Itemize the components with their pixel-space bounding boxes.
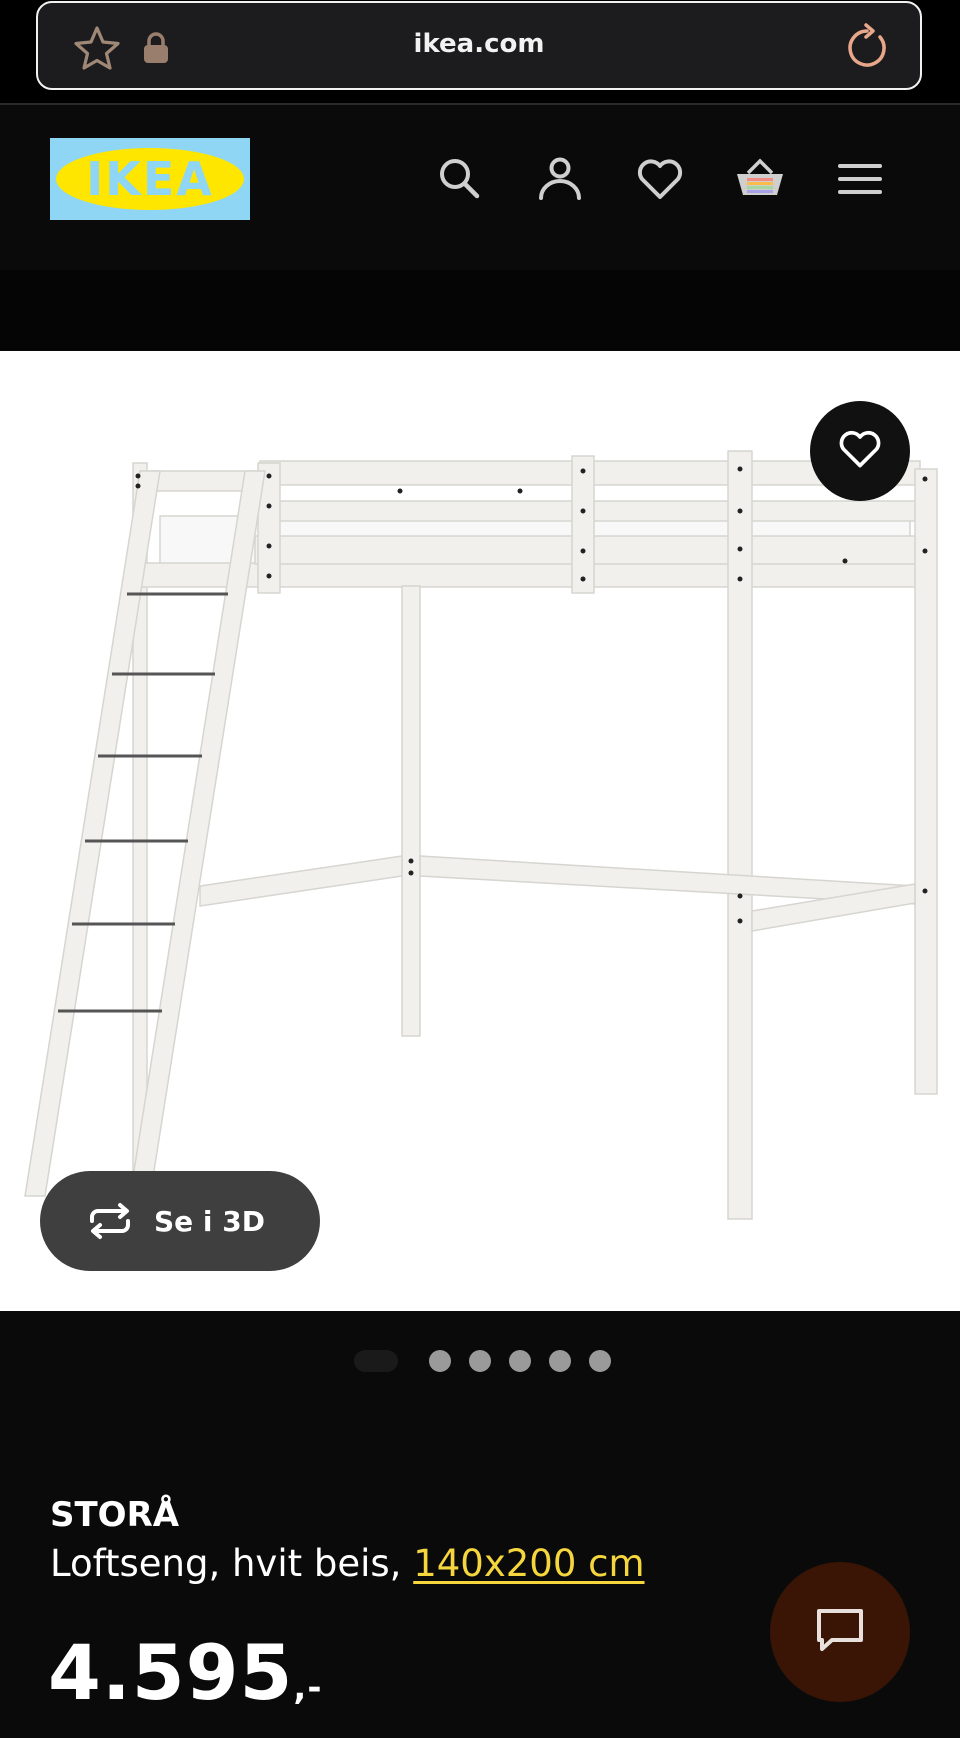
url-text[interactable]: ikea.com (38, 29, 920, 59)
image-carousel-indicator (0, 1350, 960, 1374)
view-in-3d-label: Se i 3D (154, 1204, 265, 1238)
heart-icon[interactable] (634, 153, 686, 205)
product-description-text: Loftseng, hvit beis, (50, 1542, 414, 1585)
carousel-dot[interactable] (429, 1350, 451, 1372)
chat-icon (814, 1606, 866, 1658)
browser-toolbar: ikea.com (0, 0, 960, 104)
carousel-dot[interactable] (589, 1350, 611, 1372)
heart-icon (836, 425, 884, 477)
product-description: Loftseng, hvit beis, 140x200 cm (50, 1542, 645, 1585)
logo-text: IKEA (86, 152, 214, 206)
cart-icon[interactable] (734, 153, 786, 205)
address-bar[interactable]: ikea.com (36, 1, 922, 90)
size-link[interactable]: 140x200 cm (413, 1542, 644, 1585)
chat-button[interactable] (770, 1562, 910, 1702)
price-suffix: ,- (293, 1668, 323, 1708)
product-image[interactable] (0, 351, 960, 1311)
carousel-dot[interactable] (469, 1350, 491, 1372)
product-name: STORÅ (50, 1495, 180, 1535)
menu-icon[interactable] (834, 153, 886, 205)
carousel-dot-active[interactable] (354, 1350, 398, 1372)
breadcrumb-bar (0, 270, 960, 350)
product-price: 4.595,- (48, 1628, 322, 1717)
carousel-dot[interactable] (509, 1350, 531, 1372)
price-value: 4.595 (48, 1628, 294, 1717)
account-icon[interactable] (534, 153, 586, 205)
search-icon[interactable] (434, 153, 486, 205)
carousel-dot[interactable] (549, 1350, 571, 1372)
site-header: IKEA (0, 105, 960, 270)
rotate-3d-icon (84, 1201, 136, 1241)
ikea-logo[interactable]: IKEA (50, 138, 250, 220)
reload-icon[interactable] (842, 23, 892, 77)
view-in-3d-button[interactable]: Se i 3D (40, 1171, 320, 1271)
add-to-favorites-button[interactable] (810, 401, 910, 501)
